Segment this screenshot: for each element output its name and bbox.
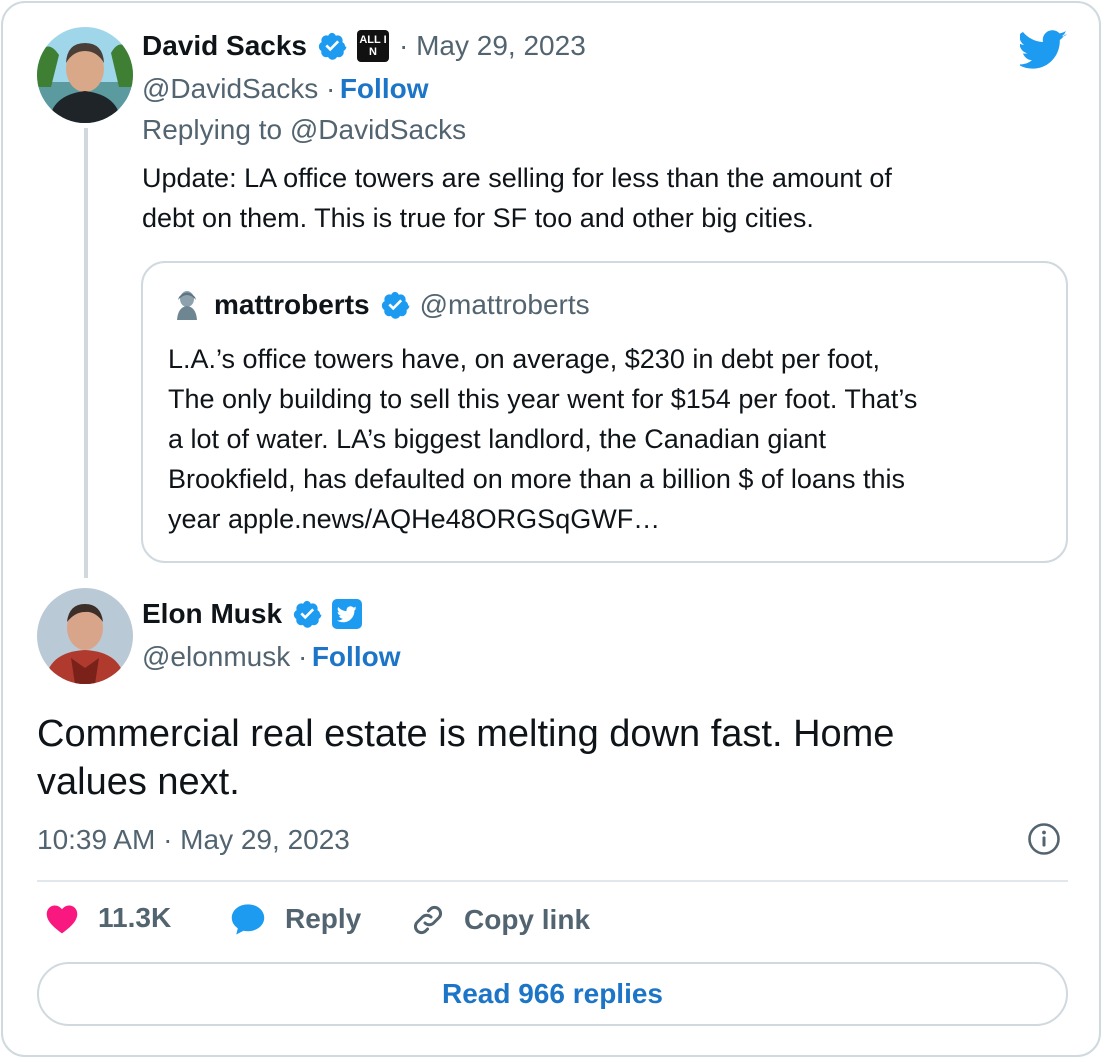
replying-to: Replying to @DavidSacks xyxy=(142,114,467,145)
author-name[interactable]: Elon Musk xyxy=(142,597,282,631)
tweet-text-line: Commercial real estate is melting down f… xyxy=(37,713,895,755)
tweet-timestamp[interactable]: 10:39 AM · May 29, 2023 xyxy=(37,823,350,857)
info-icon[interactable] xyxy=(1027,822,1061,856)
read-replies-button[interactable]: Read 966 replies xyxy=(37,962,1068,1026)
link-icon xyxy=(410,902,446,938)
tweet-text-line: debt on them. This is true for SF too an… xyxy=(142,203,814,233)
avatar[interactable] xyxy=(37,588,133,684)
verified-badge-icon xyxy=(292,599,322,629)
follow-button[interactable]: Follow xyxy=(312,641,401,672)
copy-link-label: Copy link xyxy=(464,904,591,935)
quoted-text-line: The only building to sell this year went… xyxy=(168,384,918,414)
quoted-author-avatar xyxy=(170,288,204,322)
quoted-author-handle[interactable]: @mattroberts xyxy=(420,288,590,322)
reply-label: Reply xyxy=(285,903,362,934)
quoted-text-line: L.A.’s office towers have, on average, $… xyxy=(168,344,880,374)
quoted-author-name[interactable]: mattroberts xyxy=(214,288,370,322)
twitter-bird-icon[interactable] xyxy=(1017,29,1068,71)
tweet-text-line: Update: LA office towers are selling for… xyxy=(142,163,892,193)
author-name[interactable]: David Sacks xyxy=(142,29,307,63)
badge-text: ALL IN xyxy=(359,34,387,58)
reply-button[interactable]: Reply xyxy=(229,902,361,936)
all-in-badge: ALL IN xyxy=(357,30,389,62)
author-handle[interactable]: @DavidSacks · xyxy=(142,73,335,104)
heart-icon xyxy=(44,902,80,934)
tweet-date[interactable]: · May 29, 2023 xyxy=(399,29,586,63)
divider xyxy=(37,880,1068,882)
likes-count: 11.3K xyxy=(98,902,172,933)
quoted-text-line: Brookfield, has defaulted on more than a… xyxy=(168,464,905,494)
verified-badge-icon xyxy=(380,290,410,320)
author-handle[interactable]: @elonmusk · xyxy=(142,641,307,672)
copy-link-button[interactable]: Copy link xyxy=(410,902,590,938)
twitter-affiliate-badge-icon xyxy=(332,599,363,629)
quoted-text-line: a lot of water. LA’s biggest landlord, t… xyxy=(168,424,826,454)
read-replies-label: Read 966 replies xyxy=(441,978,664,1009)
tweet-text-line: values next. xyxy=(37,761,240,803)
thread-line xyxy=(84,128,88,578)
follow-button[interactable]: Follow xyxy=(340,73,429,104)
quoted-text-line: year apple.news/AQHe48ORGSqGWF… xyxy=(168,504,661,534)
verified-badge-icon xyxy=(317,31,347,61)
avatar[interactable] xyxy=(37,27,133,123)
reply-bubble-icon xyxy=(229,902,267,936)
like-button[interactable]: 11.3K xyxy=(44,902,171,934)
